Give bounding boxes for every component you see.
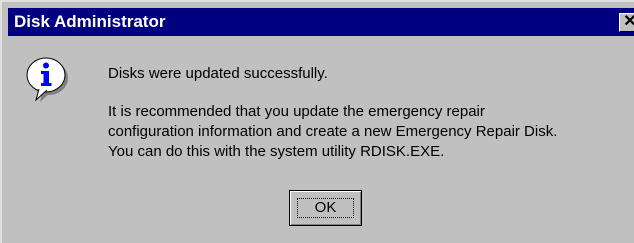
status-message: Disks were updated successfully. bbox=[108, 65, 328, 82]
recommendation-line: You can do this with the system utility … bbox=[108, 143, 445, 160]
recommendation-message: It is recommended that you update the em… bbox=[108, 102, 557, 162]
window-title: Disk Administrator bbox=[14, 12, 166, 31]
recommendation-line: configuration information and create a n… bbox=[108, 123, 558, 140]
ok-button-label: OK bbox=[314, 199, 337, 216]
close-icon: ✕ bbox=[623, 13, 634, 30]
close-button[interactable]: ✕ bbox=[619, 13, 634, 32]
information-icon bbox=[26, 57, 68, 102]
ok-button[interactable]: OK bbox=[289, 190, 362, 226]
dialog-window: Disk Administrator ✕ Disks were updated … bbox=[0, 0, 634, 243]
title-bar[interactable]: Disk Administrator ✕ bbox=[8, 8, 634, 36]
recommendation-line: It is recommended that you update the em… bbox=[108, 103, 485, 120]
